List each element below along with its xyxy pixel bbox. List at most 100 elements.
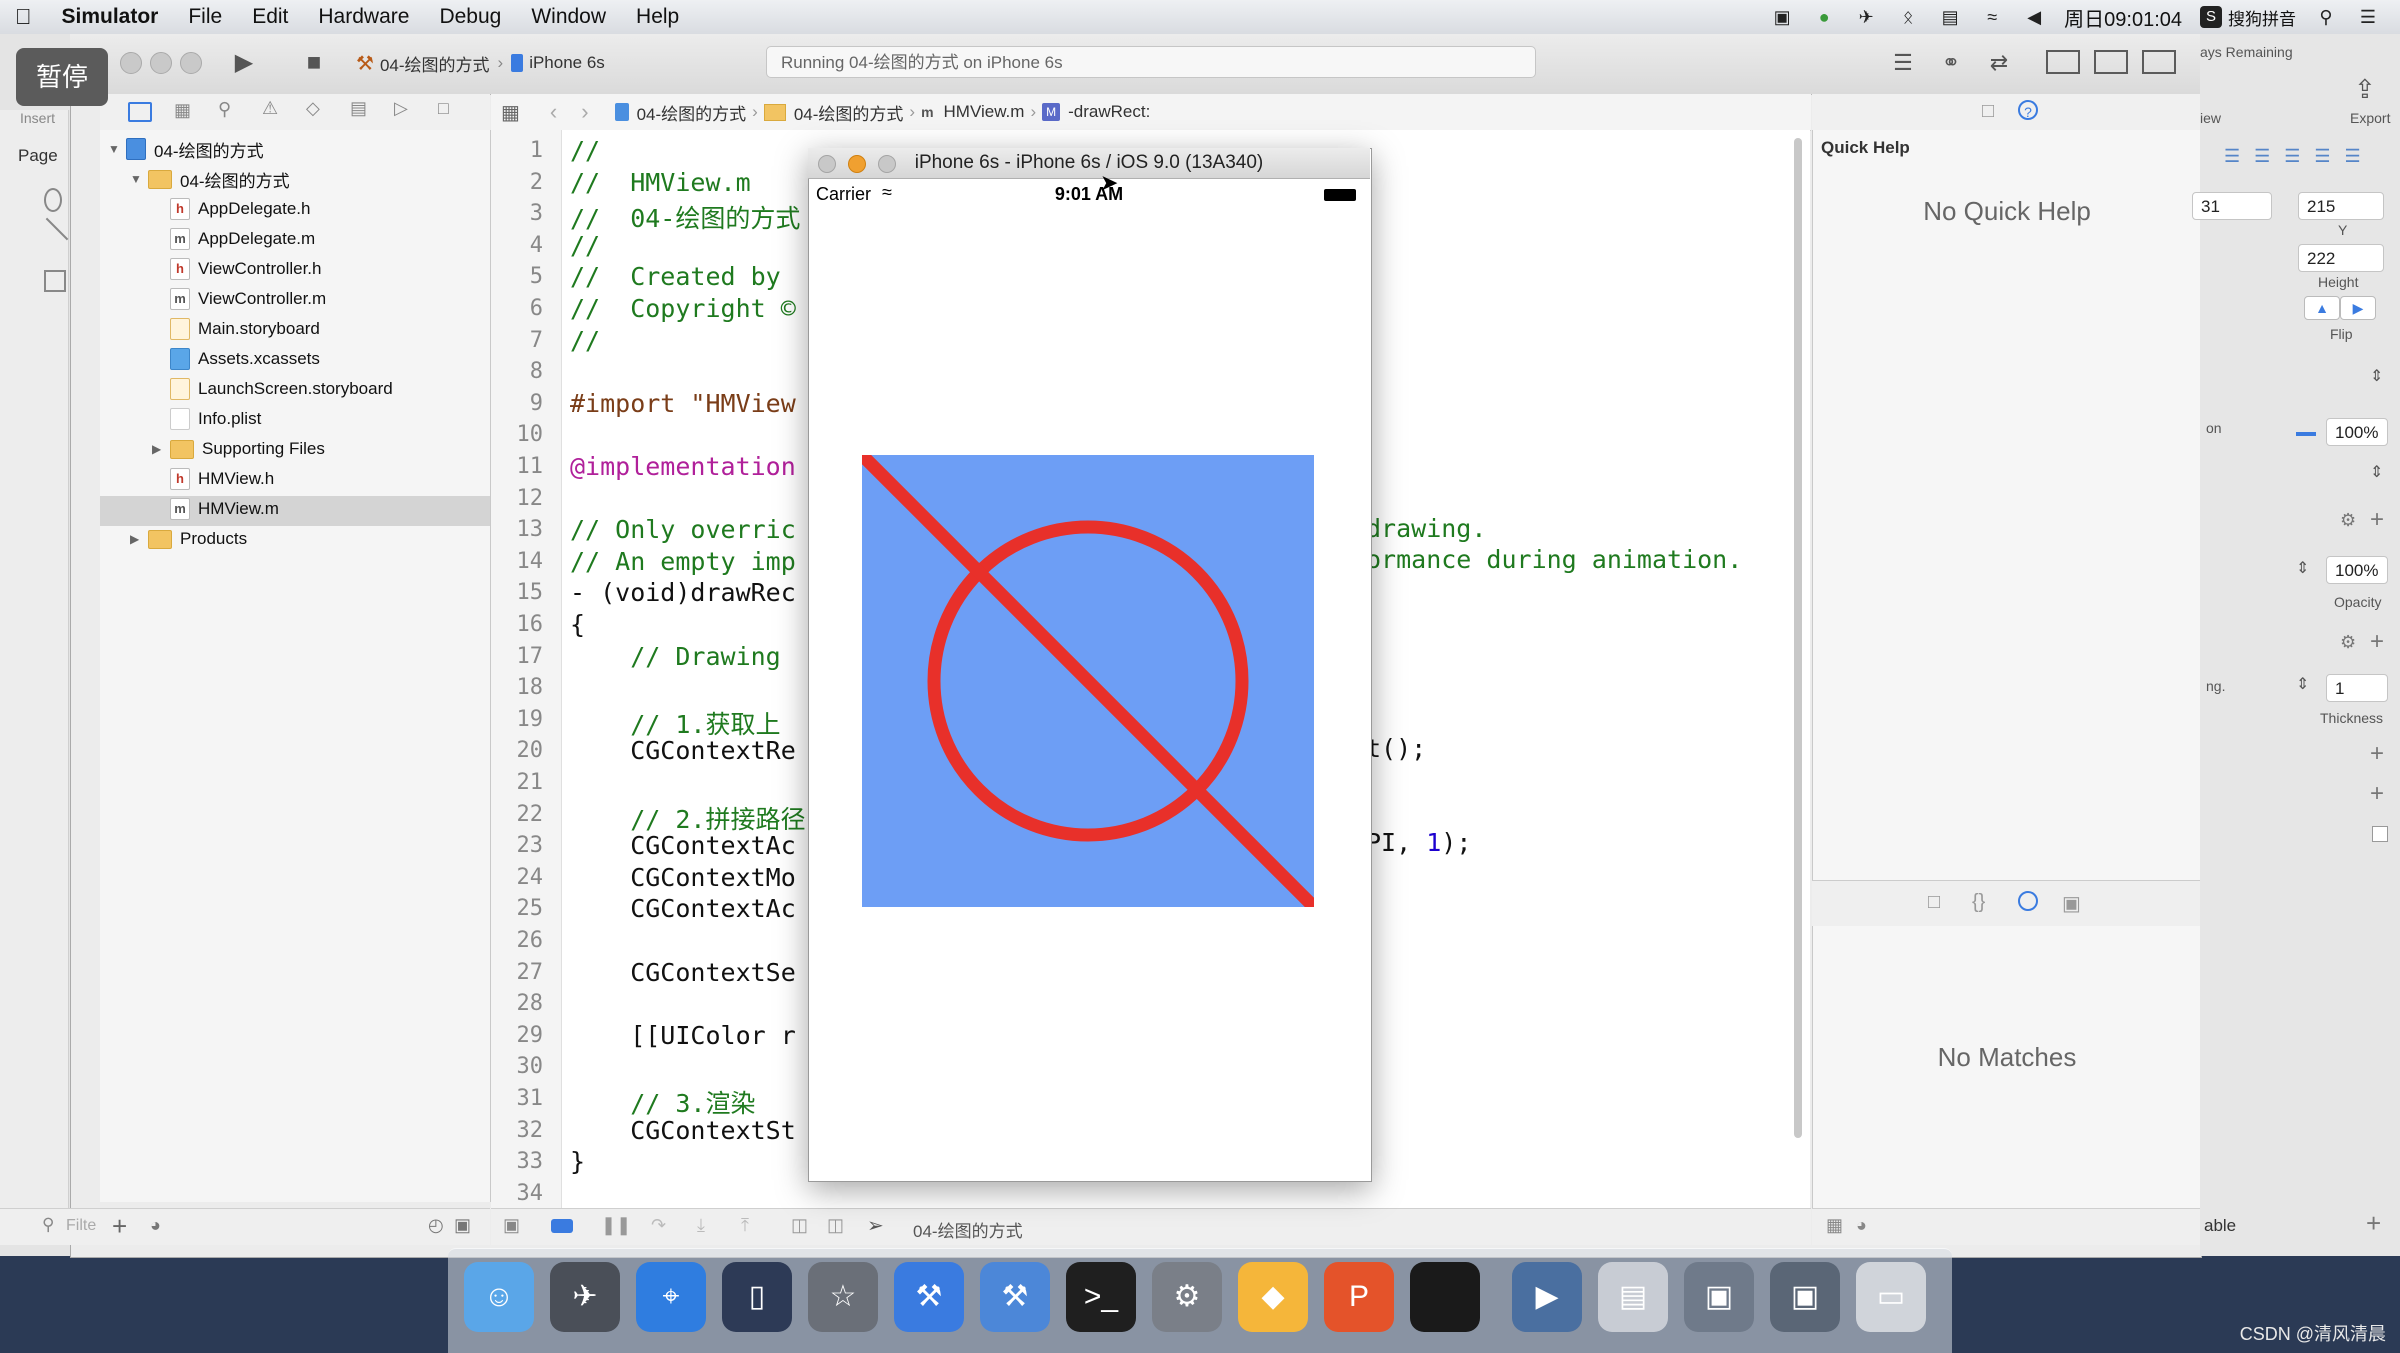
- navigator-item[interactable]: h AppDelegate.h: [152, 194, 310, 224]
- stepper-icon[interactable]: ⇕: [2370, 462, 2383, 482]
- console-icon[interactable]: [1410, 1262, 1480, 1332]
- jumpbar-crumb-method[interactable]: -drawRect:: [1068, 102, 1150, 122]
- navigator-item[interactable]: LaunchScreen.storyboard: [152, 374, 393, 404]
- navigator-item[interactable]: m AppDelegate.m: [152, 224, 315, 254]
- hide-debug-area-icon[interactable]: ▣: [503, 1215, 520, 1236]
- stop-button[interactable]: ■: [296, 47, 332, 79]
- airplane-icon[interactable]: ✈: [1854, 6, 1878, 28]
- system-preferences-icon[interactable]: ⚙: [1152, 1262, 1222, 1332]
- code-snippet-library-icon[interactable]: {}: [1972, 891, 1985, 914]
- thickness-field[interactable]: 1: [2326, 674, 2388, 702]
- trash-icon[interactable]: ▭: [1856, 1262, 1926, 1332]
- disclosure-closed-icon[interactable]: ▶: [152, 442, 170, 456]
- grid-view-icon[interactable]: ▦: [1826, 1215, 1843, 1236]
- stepper-icon[interactable]: ⇕: [2296, 558, 2309, 578]
- disclosure-open-icon[interactable]: ▼: [108, 142, 126, 156]
- navigator-item[interactable]: Assets.xcassets: [152, 344, 320, 374]
- library-filter-icon[interactable]: ◕: [1856, 1215, 1867, 1236]
- menu-window[interactable]: Window: [516, 5, 621, 29]
- navigator-item[interactable]: Info.plist: [152, 404, 261, 434]
- disclosure-closed-icon[interactable]: ▶: [130, 532, 148, 546]
- issue-navigator-icon[interactable]: ⚠: [262, 98, 278, 119]
- menu-debug[interactable]: Debug: [424, 5, 516, 29]
- powerpoint-icon[interactable]: P: [1324, 1262, 1394, 1332]
- report-navigator-icon[interactable]: □: [438, 98, 449, 119]
- location-icon[interactable]: ➢: [867, 1213, 884, 1238]
- memory-graph-icon[interactable]: ◫: [827, 1215, 844, 1236]
- find-navigator-icon[interactable]: ⚲: [218, 99, 231, 120]
- sim-minimize-button[interactable]: [848, 155, 866, 173]
- file-inspector-icon[interactable]: □: [1982, 100, 1994, 123]
- pause-icon[interactable]: ❚❚: [601, 1215, 631, 1236]
- gear-icon[interactable]: ⚙: [2340, 510, 2356, 531]
- simulator2-icon[interactable]: ▣: [1770, 1262, 1840, 1332]
- toggle-navigator-icon[interactable]: [2046, 50, 2080, 74]
- stepper-icon[interactable]: ⇕: [2370, 366, 2383, 386]
- terminal-icon[interactable]: >_: [1066, 1262, 1136, 1332]
- sync-icon[interactable]: ●: [1812, 6, 1836, 28]
- menu-edit[interactable]: Edit: [237, 5, 303, 29]
- toggle-utilities-icon[interactable]: [2142, 50, 2176, 74]
- toggle-debug-area-icon[interactable]: [2094, 50, 2128, 74]
- forward-button[interactable]: ›: [581, 99, 588, 125]
- step-in-icon[interactable]: ⤓: [697, 1215, 705, 1236]
- spotlight-icon[interactable]: ⚲: [2314, 6, 2338, 28]
- navigator-item[interactable]: ▶ Supporting Files: [152, 434, 325, 464]
- y-field[interactable]: 215: [2298, 192, 2384, 220]
- safari-icon[interactable]: ⌖: [636, 1262, 706, 1332]
- source-control-filter-icon[interactable]: ▣: [454, 1215, 471, 1236]
- sim-zoom-button[interactable]: [878, 155, 896, 173]
- preview-icon[interactable]: ▤: [1598, 1262, 1668, 1332]
- object-library-icon[interactable]: [2018, 891, 2038, 911]
- breakpoint-navigator-icon[interactable]: ▷: [394, 98, 408, 119]
- menubar-clock[interactable]: 周日09:01:04: [2064, 3, 2182, 32]
- photo-icon[interactable]: ☆: [808, 1262, 878, 1332]
- test-navigator-icon[interactable]: ◇: [306, 98, 320, 119]
- scm-filter-icon[interactable]: ◴: [428, 1215, 444, 1236]
- debug-navigator-icon[interactable]: ▤: [350, 98, 367, 119]
- related-items-icon[interactable]: ▦: [501, 100, 520, 125]
- view-debugger-icon[interactable]: ◫: [791, 1215, 808, 1236]
- finder-icon[interactable]: ☺: [464, 1262, 534, 1332]
- editor-scrollbar[interactable]: [1794, 138, 1802, 1138]
- oval-tool-icon[interactable]: [44, 188, 62, 212]
- scheme-selector[interactable]: ⚒ 04-绘图的方式 › iPhone 6s: [356, 47, 605, 79]
- assistant-editor-icon[interactable]: ⚭: [1934, 47, 1968, 79]
- jumpbar-crumb-group[interactable]: 04-绘图的方式: [794, 100, 904, 125]
- close-button[interactable]: [120, 52, 142, 74]
- project-navigator-icon[interactable]: [128, 102, 152, 122]
- navigator-item[interactable]: h HMView.h: [152, 464, 274, 494]
- add-icon[interactable]: +: [2370, 780, 2384, 808]
- xcode-icon[interactable]: ⚒: [894, 1262, 964, 1332]
- sketch-icon[interactable]: ◆: [1238, 1262, 1308, 1332]
- quick-help-icon[interactable]: ?: [2018, 100, 2038, 120]
- screen-record-icon[interactable]: ▣: [1770, 6, 1794, 28]
- bluetooth-icon[interactable]: ᛟ: [1896, 6, 1920, 28]
- navigator-item[interactable]: ▶ Products: [130, 524, 247, 554]
- scale-slider[interactable]: [2296, 432, 2316, 436]
- quicktime-icon[interactable]: ▶: [1512, 1262, 1582, 1332]
- lock-icon[interactable]: ▤: [1938, 6, 1962, 28]
- media-library-icon[interactable]: ▣: [2062, 891, 2081, 916]
- run-button[interactable]: ▶: [226, 47, 262, 79]
- filter-field[interactable]: Filte: [66, 1217, 96, 1235]
- disclosure-open-icon[interactable]: ▼: [130, 172, 148, 186]
- file-template-library-icon[interactable]: □: [1928, 891, 1940, 914]
- navigator-item[interactable]: ▼ 04-绘图的方式: [108, 134, 264, 164]
- add-icon[interactable]: +: [2370, 506, 2384, 534]
- standard-editor-icon[interactable]: ☰: [1886, 47, 1920, 79]
- stepper-icon[interactable]: ⇕: [2296, 674, 2309, 694]
- rect-tool-icon[interactable]: [44, 270, 66, 292]
- breakpoints-toggle-icon[interactable]: [551, 1219, 573, 1233]
- menu-hardware[interactable]: Hardware: [303, 5, 424, 29]
- align-icons[interactable]: ☰☰☰☰☰: [2224, 146, 2375, 167]
- height-field[interactable]: 222: [2298, 244, 2384, 272]
- opacity-field[interactable]: 100%: [2326, 556, 2388, 584]
- zoom-button[interactable]: [180, 52, 202, 74]
- volume-icon[interactable]: ◀: [2022, 6, 2046, 28]
- add-file-button[interactable]: +: [112, 1211, 127, 1242]
- scale-field-1[interactable]: 100%: [2326, 418, 2388, 446]
- notification-center-icon[interactable]: ☰: [2356, 6, 2380, 28]
- launchpad-icon[interactable]: ✈: [550, 1262, 620, 1332]
- apple-icon[interactable]: : [0, 4, 47, 30]
